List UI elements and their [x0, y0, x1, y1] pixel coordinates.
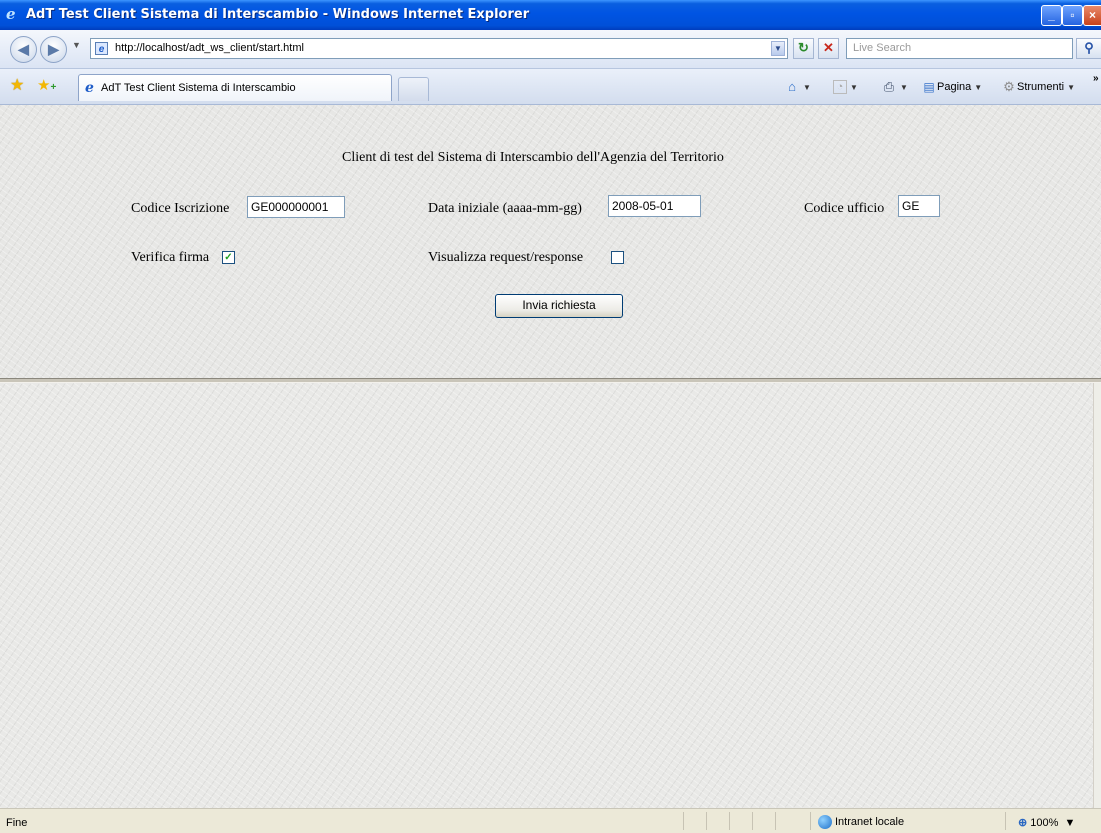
minimize-button[interactable]: _: [1041, 5, 1062, 26]
data-iniziale-input[interactable]: [608, 195, 701, 217]
bottom-frame: [0, 383, 1093, 808]
intranet-globe-icon: [818, 815, 832, 829]
visualizza-label: Visualizza request/response: [428, 250, 584, 265]
more-chevron-icon[interactable]: »: [1093, 73, 1099, 84]
tab-label: AdT Test Client Sistema di Interscambio: [101, 82, 296, 94]
codice-ufficio-input[interactable]: [898, 195, 940, 217]
codice-iscrizione-input[interactable]: [247, 196, 345, 218]
invia-richiesta-button[interactable]: Invia richiesta: [495, 294, 623, 318]
home-icon: ⌂: [788, 79, 796, 94]
tools-menu-label: Strumenti: [1017, 80, 1065, 93]
page-icon: ▤: [923, 80, 935, 94]
rss-feed-icon: ◔: [833, 80, 847, 94]
printer-icon: ⎙: [883, 79, 895, 94]
window-title: AdT Test Client Sistema di Interscambio …: [26, 7, 530, 22]
top-frame: [0, 105, 1101, 378]
search-input[interactable]: Live Search: [846, 38, 1073, 59]
zoom-level-button[interactable]: ⊕ 100% ▼: [1018, 816, 1075, 829]
ie-logo-icon: e: [6, 5, 16, 23]
search-icon[interactable]: ⚲: [1076, 38, 1101, 59]
tools-menu-button[interactable]: ⚙ Strumenti ▼: [1001, 80, 1075, 94]
stop-button[interactable]: ✕: [818, 38, 839, 59]
recent-pages-dropdown-icon[interactable]: ▼: [72, 40, 81, 50]
address-dropdown-icon[interactable]: ▼: [771, 41, 785, 56]
title-bar: e AdT Test Client Sistema di Interscambi…: [0, 0, 1101, 30]
status-text: Fine: [6, 817, 28, 829]
back-button[interactable]: ◀: [10, 36, 37, 63]
page-menu-label: Pagina: [937, 80, 972, 93]
verifica-firma-checkbox[interactable]: ✓: [222, 251, 235, 264]
address-url[interactable]: http://localhost/adt_ws_client/start.htm…: [115, 42, 304, 54]
page-heading: Client di test del Sistema di Interscamb…: [342, 150, 724, 165]
navigation-bar: ◀ ▶ ▼ e http://localhost/adt_ws_client/s…: [0, 30, 1101, 69]
visualizza-checkbox[interactable]: [611, 251, 624, 264]
tab-current[interactable]: e AdT Test Client Sistema di Interscambi…: [78, 74, 392, 101]
tab-bar: ★ ★+ e AdT Test Client Sistema di Inters…: [0, 69, 1101, 105]
new-tab-button[interactable]: [398, 77, 429, 101]
feeds-button[interactable]: ◔ ▼: [833, 80, 858, 94]
zoom-icon: ⊕: [1018, 817, 1028, 829]
vertical-scrollbar[interactable]: [1093, 383, 1101, 808]
address-bar[interactable]: e http://localhost/adt_ws_client/start.h…: [90, 38, 788, 59]
print-button[interactable]: ⎙ ▼: [881, 80, 908, 94]
codice-ufficio-label: Codice ufficio: [804, 201, 885, 216]
verifica-firma-label: Verifica firma: [131, 250, 210, 265]
maximize-button[interactable]: ▫: [1062, 5, 1083, 26]
ie-page-icon: e: [85, 80, 94, 96]
page-menu-button[interactable]: ▤ Pagina ▼: [921, 80, 982, 94]
home-button[interactable]: ⌂ ▼: [784, 80, 811, 94]
refresh-button[interactable]: ↻: [793, 38, 814, 59]
data-iniziale-label: Data iniziale (aaaa-mm-gg): [428, 201, 582, 216]
security-zone: Intranet locale: [818, 815, 904, 829]
add-favorites-icon[interactable]: ★+: [37, 77, 56, 97]
close-button[interactable]: ×: [1083, 5, 1101, 26]
codice-iscrizione-label: Codice Iscrizione: [131, 201, 230, 216]
status-bar: Fine Intranet locale ⊕ 100% ▼: [0, 808, 1101, 833]
gear-icon: ⚙: [1003, 79, 1015, 94]
page-icon: e: [95, 42, 108, 55]
favorites-star-icon[interactable]: ★: [10, 77, 24, 95]
forward-button[interactable]: ▶: [40, 36, 67, 63]
